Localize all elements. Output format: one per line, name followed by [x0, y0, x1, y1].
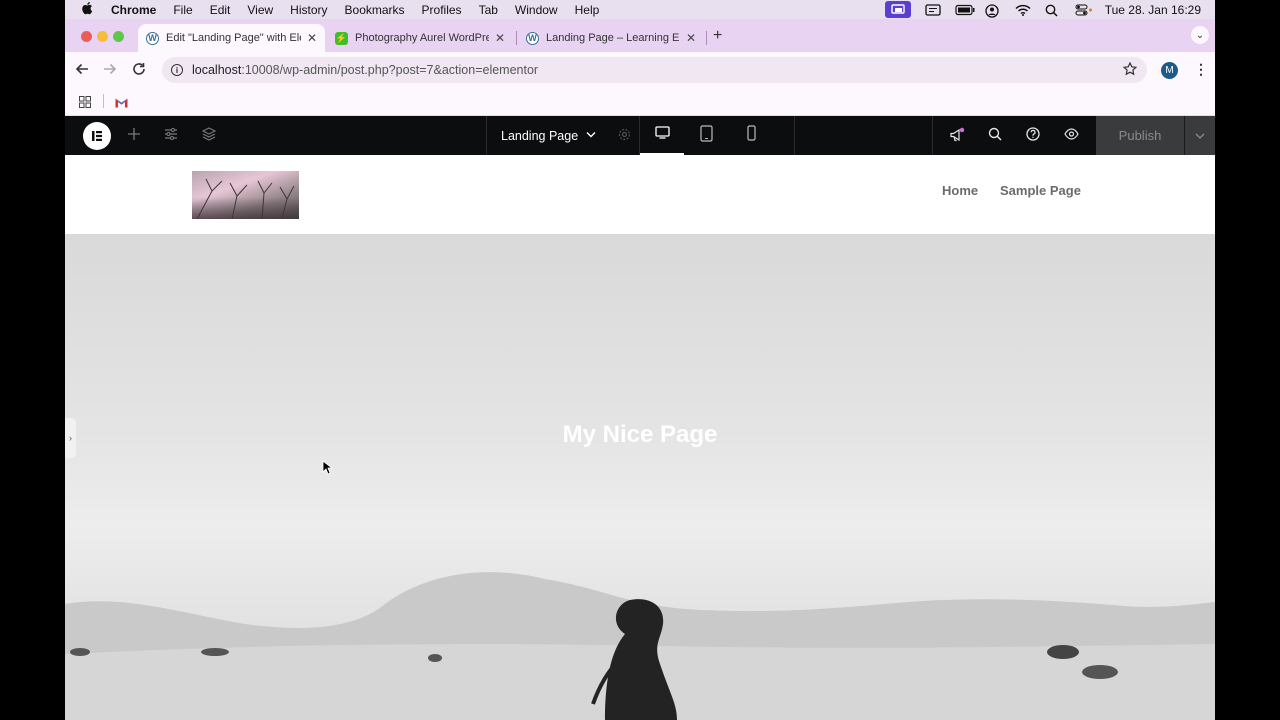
finder-search-icon[interactable] [988, 127, 1002, 144]
site-logo-image[interactable] [192, 171, 299, 219]
nav-link-home[interactable]: Home [942, 183, 978, 198]
gmail-icon[interactable] [115, 95, 128, 113]
tab-title: Edit "Landing Page" with Elementor [166, 32, 301, 44]
desert-dunes-background [65, 572, 1215, 720]
panel-toggle-chevron-icon[interactable]: › [65, 418, 76, 458]
screen-mirroring-icon[interactable] [884, 1, 911, 18]
new-tab-icon[interactable]: + [713, 27, 722, 45]
menu-view[interactable]: View [247, 3, 273, 17]
site-settings-sliders-icon[interactable] [164, 127, 178, 145]
menu-window[interactable]: Window [515, 3, 558, 17]
menu-history[interactable]: History [290, 3, 327, 17]
tab-landing-page-learning[interactable]: W Landing Page – Learning Elementor ✕ [518, 24, 704, 52]
publish-options-button[interactable] [1184, 116, 1215, 155]
document-title-dropdown[interactable]: Landing Page [486, 116, 639, 155]
clock-label[interactable]: Tue 28. Jan 16:29 [1105, 3, 1201, 17]
close-tab-icon[interactable]: ✕ [686, 31, 696, 45]
desktop-icon [654, 125, 670, 144]
bookmarks-bar [65, 88, 1215, 116]
nav-link-sample-page[interactable]: Sample Page [1000, 183, 1081, 198]
forward-arrow-icon[interactable] [103, 62, 117, 80]
add-element-icon[interactable] [127, 127, 141, 145]
url-path: :10008/wp-admin/post.php?post=7&action=e… [241, 63, 539, 77]
screen: Chrome File Edit View History Bookmarks … [0, 0, 1280, 720]
page-settings-gear-icon[interactable] [618, 128, 631, 144]
tablet-view-button[interactable] [684, 116, 728, 155]
chrome-tab-strip: W Edit "Landing Page" with Elementor ✕ ⚡… [65, 19, 1215, 52]
apps-grid-icon[interactable] [79, 95, 91, 113]
preview-eye-icon[interactable] [1064, 127, 1079, 143]
bookmark-star-icon[interactable] [1122, 61, 1138, 79]
elementor-top-bar: Landing Page Publish [65, 116, 1215, 155]
desktop-view-button[interactable] [640, 116, 684, 155]
branches-silhouette [196, 178, 295, 219]
tab-edit-landing-page[interactable]: W Edit "Landing Page" with Elementor ✕ [138, 24, 325, 52]
tablet-icon [699, 124, 713, 147]
elementor-logo-icon[interactable] [83, 122, 111, 150]
wordpress-icon: W [146, 31, 159, 45]
elementor-leaf-icon: ⚡ [335, 31, 348, 45]
tab-title: Photography Aurel WordPress [355, 32, 489, 44]
notifications-megaphone-icon[interactable] [949, 127, 965, 146]
tab-title: Landing Page – Learning Elementor [546, 32, 680, 44]
editor-canvas: Home Sample Page My Nice Page [65, 155, 1215, 720]
tab-search-chevron-icon[interactable]: ⌄ [1191, 26, 1209, 44]
close-tab-icon[interactable]: ✕ [307, 31, 317, 45]
chrome-menu-icon[interactable]: ⋮ [1194, 61, 1208, 78]
apple-icon[interactable] [81, 1, 95, 18]
menu-profiles[interactable]: Profiles [422, 3, 462, 17]
menu-file[interactable]: File [173, 3, 192, 17]
tab-separator [706, 31, 707, 45]
hero-heading[interactable]: My Nice Page [65, 421, 1215, 449]
spotlight-search-icon[interactable] [1045, 4, 1061, 17]
close-window-button[interactable] [81, 31, 92, 42]
macos-menubar: Chrome File Edit View History Bookmarks … [65, 0, 1215, 19]
battery-icon[interactable] [955, 4, 975, 16]
publish-button[interactable]: Publish [1096, 116, 1184, 155]
zoom-window-button[interactable] [113, 31, 124, 42]
mobile-view-button[interactable] [729, 116, 773, 155]
menu-edit[interactable]: Edit [210, 3, 231, 17]
control-strip-icon[interactable] [925, 3, 941, 16]
tab-separator [516, 31, 517, 45]
minimize-window-button[interactable] [97, 31, 108, 42]
chevron-down-icon [586, 130, 596, 141]
hero-section[interactable]: My Nice Page [65, 234, 1215, 720]
responsive-mode-switcher [639, 116, 795, 155]
close-tab-icon[interactable]: ✕ [495, 31, 505, 45]
control-center-icon[interactable] [1075, 4, 1092, 16]
menu-tab[interactable]: Tab [479, 3, 498, 17]
wordpress-icon: W [526, 31, 539, 45]
address-bar[interactable]: i localhost :10008/wp-admin/post.php?pos… [162, 57, 1147, 83]
wifi-icon[interactable] [1015, 4, 1031, 16]
bookmark-divider [103, 94, 104, 108]
mouse-cursor-icon [322, 460, 334, 480]
back-arrow-icon[interactable] [75, 62, 89, 80]
profile-avatar[interactable]: M [1161, 62, 1178, 79]
menu-help[interactable]: Help [575, 3, 600, 17]
chrome-toolbar: i localhost :10008/wp-admin/post.php?pos… [65, 52, 1215, 88]
status-area: Tue 28. Jan 16:29 [884, 1, 1215, 18]
document-title: Landing Page [501, 128, 579, 143]
site-info-icon[interactable]: i [171, 64, 183, 76]
user-account-icon[interactable] [985, 3, 1001, 18]
site-header: Home Sample Page [65, 155, 1215, 234]
mobile-icon [746, 125, 756, 146]
tab-photography-aurel[interactable]: ⚡ Photography Aurel WordPress ✕ [327, 24, 513, 52]
chevron-down-icon [1195, 130, 1205, 142]
url-host: localhost [192, 63, 242, 77]
reload-icon[interactable] [132, 62, 146, 80]
help-question-icon[interactable] [1026, 127, 1040, 144]
menu-bookmarks[interactable]: Bookmarks [345, 3, 405, 17]
editor-tools [932, 116, 1096, 155]
menu-app-name[interactable]: Chrome [111, 3, 156, 17]
structure-layers-icon[interactable] [201, 127, 217, 145]
